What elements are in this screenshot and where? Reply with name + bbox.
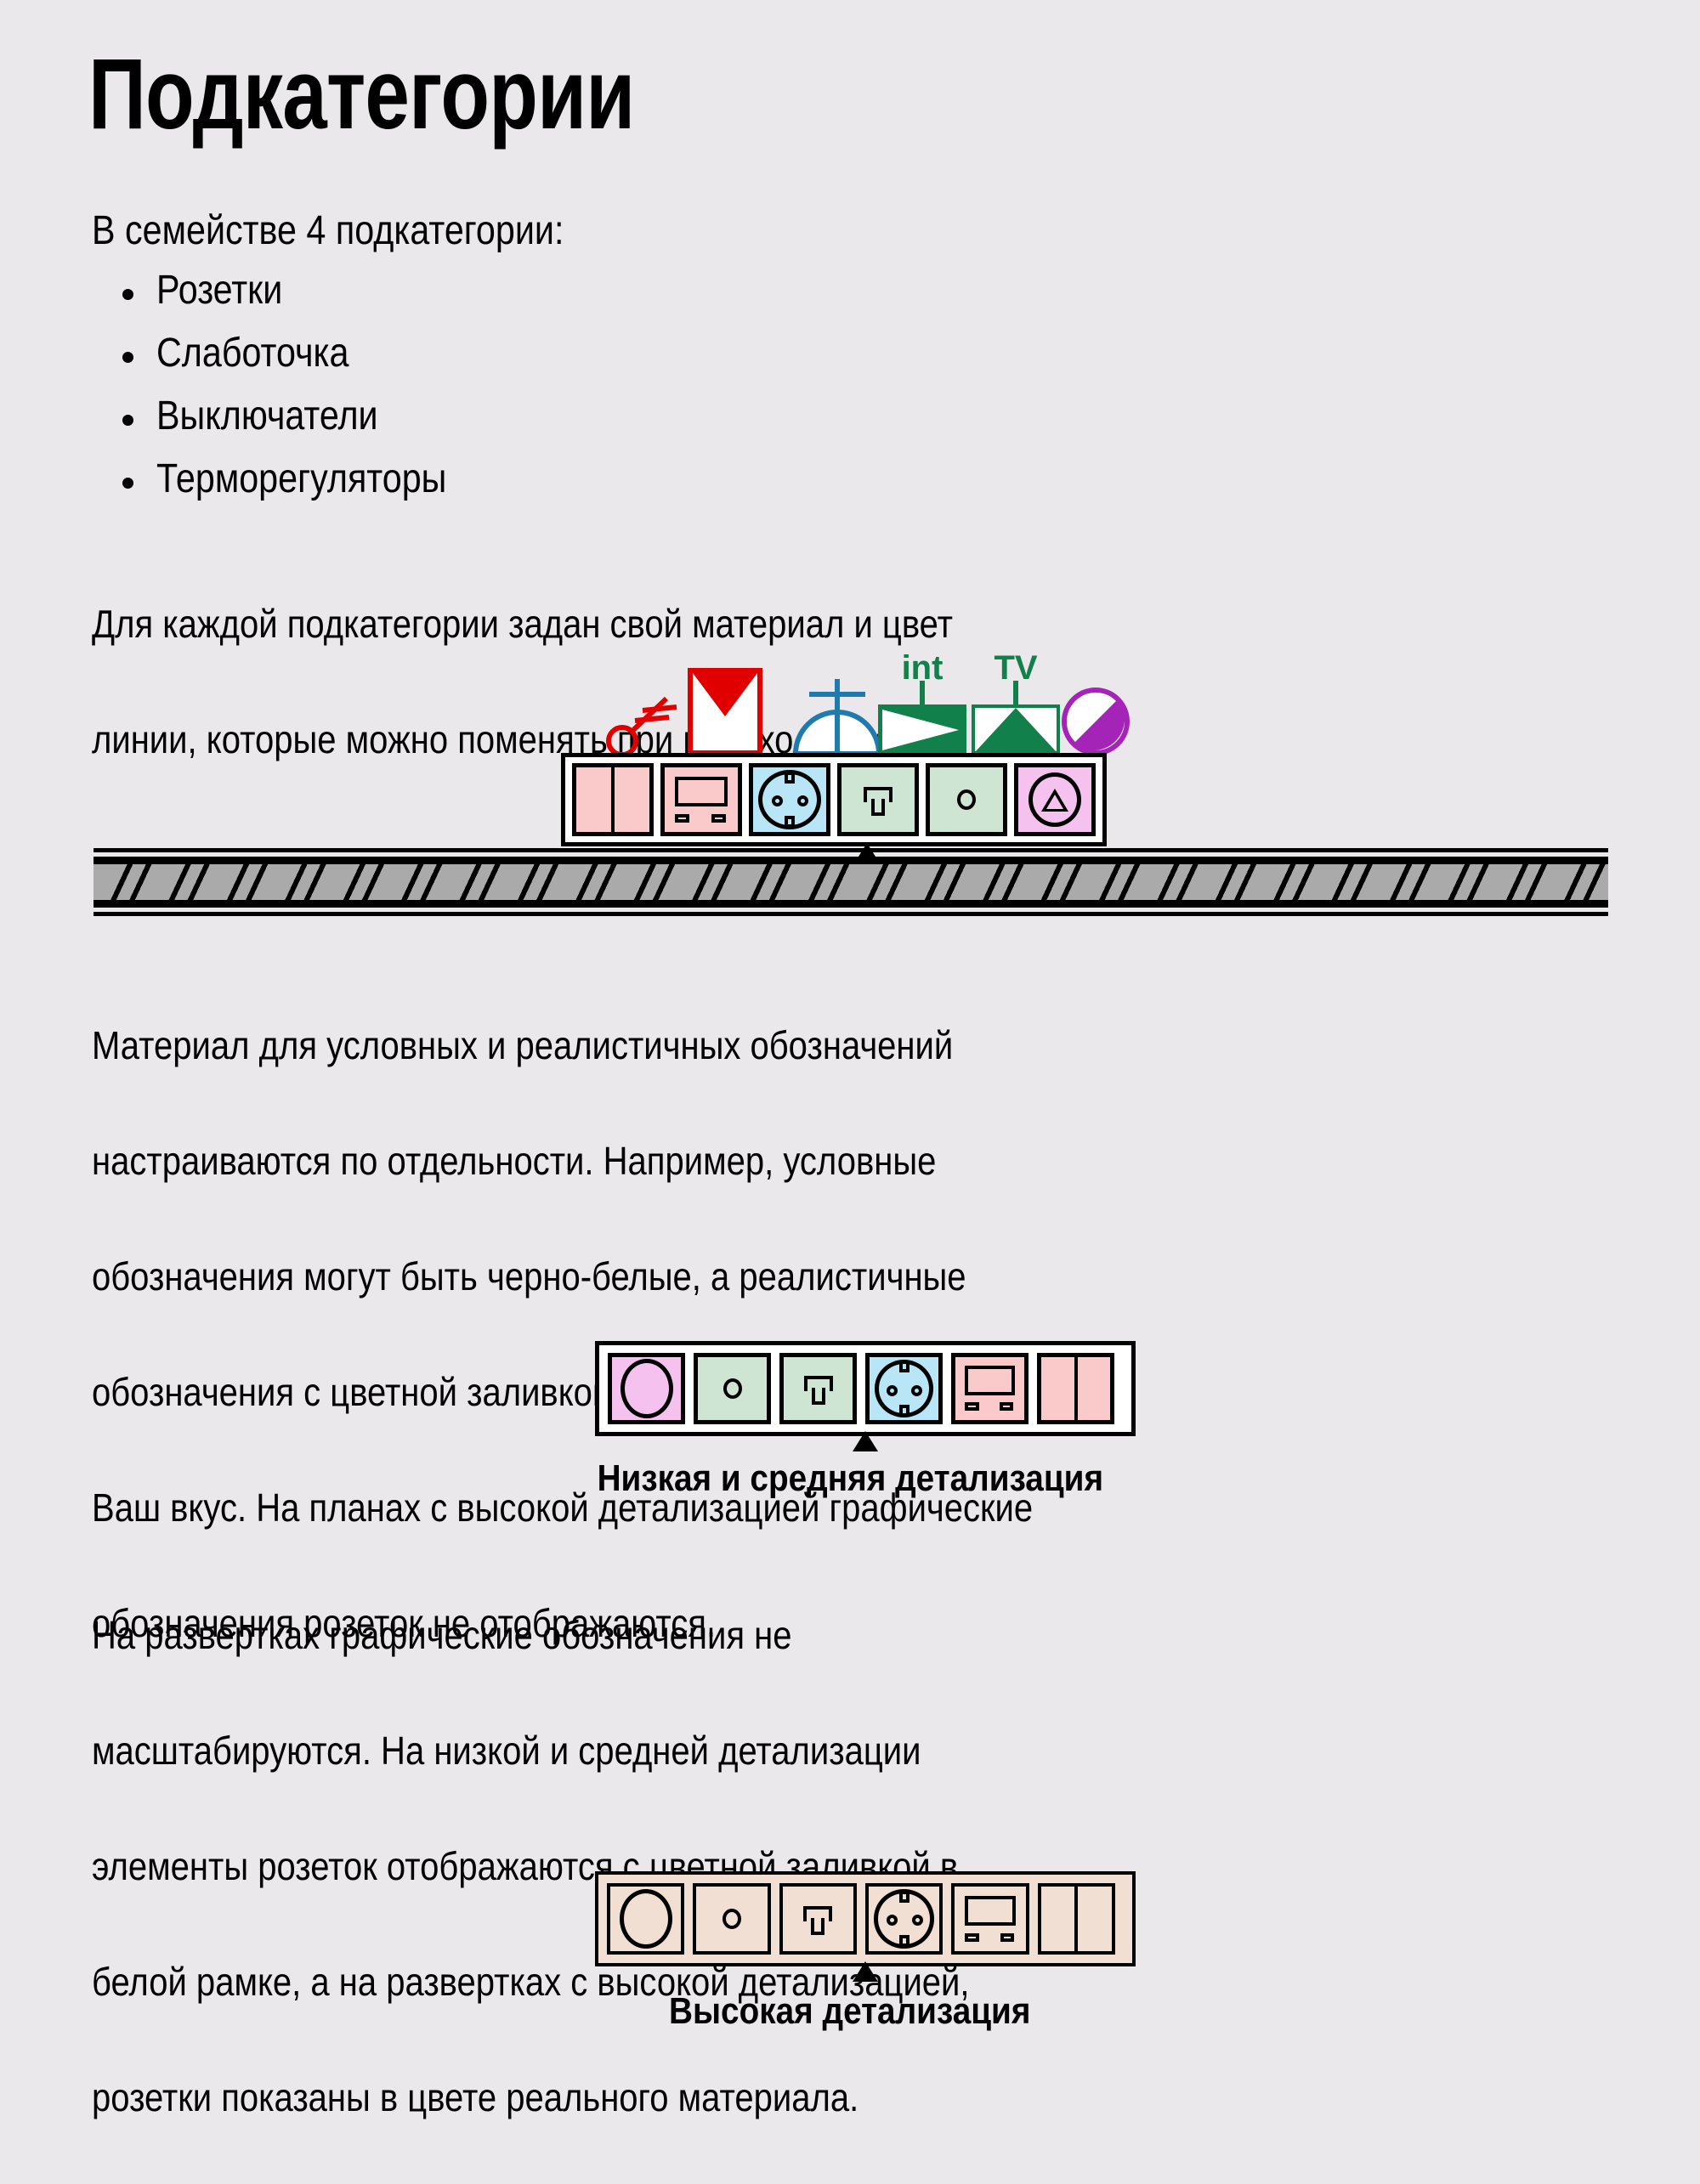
illustration-high <box>0 1871 1700 1982</box>
socket-cell-thermostat <box>951 1883 1029 1955</box>
socket-cell-thermostat <box>660 763 742 836</box>
socket-cell-thermostat <box>951 1353 1028 1424</box>
socket-cell-rj45 <box>779 1353 857 1424</box>
page-root: Подкатегории В семействе 4 подкатегории:… <box>0 0 1700 2125</box>
wall-top-edge <box>94 848 1608 852</box>
list-item: Выключатели <box>109 396 494 459</box>
socket-cell-rj45 <box>837 763 919 836</box>
socket-row-plan <box>561 753 1107 846</box>
paragraph-line: На развертках графические обозначения не <box>92 1613 792 1657</box>
anchor-arrow-icon <box>595 1431 1136 1451</box>
paragraph-line: розетки показаны в цвете реального матер… <box>92 2075 859 2119</box>
caption-high: Высокая детализация <box>0 1993 1700 2030</box>
illustration-low-medium <box>0 1341 1700 1451</box>
symbol-row: int TV <box>595 650 1130 756</box>
socket-cell-rj45 <box>779 1883 857 1955</box>
socket-cell-coax <box>926 763 1007 836</box>
caption-text: Высокая детализация <box>669 1990 1031 2032</box>
paragraph-line: обозначения могут быть черно-белые, а ре… <box>92 1254 966 1299</box>
page-title: Подкатегории <box>88 38 635 150</box>
dimmer-symbol-icon <box>688 668 762 755</box>
socket-cell-power-socket <box>865 1353 943 1424</box>
paragraph-line: Материал для условных и реалистичных обо… <box>92 1023 954 1067</box>
caption-low-medium: Низкая и средняя детализация <box>0 1460 1700 1497</box>
socket-cell-switch-2gang <box>572 763 654 836</box>
socket-cell-coax <box>694 1353 771 1424</box>
socket-cell-coax <box>693 1883 771 1955</box>
socket-cell-dial-blank <box>607 1883 685 1955</box>
socket-cell-switch-2gang <box>1037 1883 1115 1955</box>
subcategory-list: Розетки Слаботочка Выключатели Терморегу… <box>109 270 494 522</box>
socket-cell-dial-blank <box>608 1353 685 1424</box>
socket-cell-power-socket <box>749 763 830 836</box>
anchor-arrow-icon <box>595 1961 1136 1982</box>
caption-text: Низкая и средняя детализация <box>597 1457 1103 1499</box>
list-item-label: Слаботочка <box>156 331 349 376</box>
internet-symbol-icon: int <box>878 650 966 755</box>
paragraph-line: масштабируются. На низкой и средней дета… <box>92 1729 921 1773</box>
switch-symbol-icon <box>606 696 677 756</box>
wall-bottom-edge <box>94 912 1608 916</box>
socket-cell-switch-2gang <box>1037 1353 1114 1424</box>
socket-cell-power-socket <box>864 1883 944 1955</box>
paragraph-line: Для каждой подкатегории задан свой матер… <box>92 602 953 646</box>
list-item-label: Терморегуляторы <box>156 456 447 501</box>
thermostat-symbol-icon <box>1062 687 1130 755</box>
list-item: Терморегуляторы <box>109 459 494 522</box>
paragraph-line: настраиваются по отдельности. Например, … <box>92 1139 937 1183</box>
socket-row-low-medium <box>595 1341 1136 1436</box>
socket-symbol-icon <box>792 679 882 756</box>
paragraph-elevations: На развертках графические обозначения не… <box>92 1548 1622 2184</box>
wall-hatch-band <box>94 857 1608 908</box>
intro-line: В семействе 4 подкатегории: <box>92 208 564 253</box>
illustration-plan: int TV <box>0 650 1700 918</box>
list-item: Розетки <box>109 270 494 333</box>
tv-symbol-icon: TV <box>972 650 1060 755</box>
list-item: Слаботочка <box>109 333 494 396</box>
list-item-label: Выключатели <box>156 393 378 438</box>
list-item-label: Розетки <box>156 268 283 313</box>
socket-row-high <box>595 1871 1136 1966</box>
socket-cell-dial-thermostat <box>1014 763 1096 836</box>
